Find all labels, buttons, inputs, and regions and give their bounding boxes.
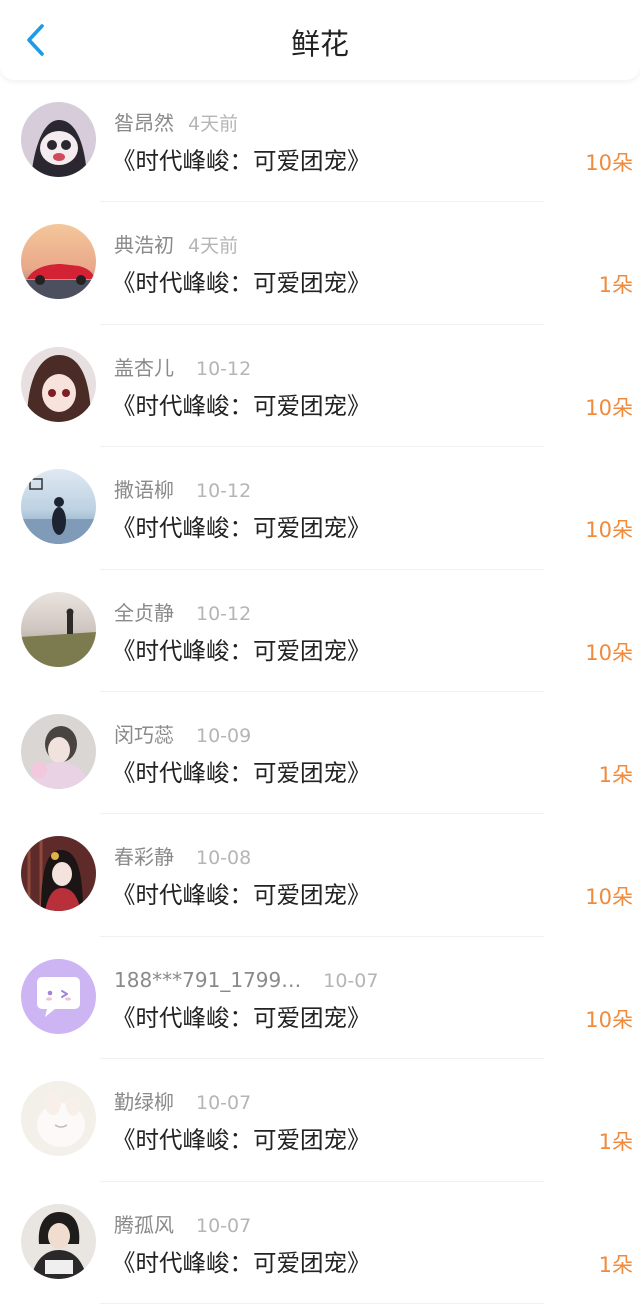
avatar[interactable] <box>21 102 96 177</box>
avatar[interactable] <box>21 1081 96 1157</box>
user-name: 闵巧蕊 <box>114 722 174 747</box>
item-meta: 盖杏儿 10-12 <box>114 355 251 381</box>
avatar[interactable] <box>21 591 96 667</box>
timestamp: 10-08 <box>196 847 252 870</box>
list-item[interactable]: 闵巧蕊 10-09 《时代峰峻：可爱团宠》 1朵 <box>0 692 640 815</box>
book-title: 《时代峰峻：可爱团宠》 <box>112 1248 371 1277</box>
timestamp: 10-07 <box>196 1092 252 1115</box>
item-meta: 闵巧蕊 10-09 <box>114 722 251 748</box>
timestamp: 4天前 <box>188 113 239 135</box>
timestamp: 10-07 <box>323 969 379 992</box>
book-title: 《时代峰峻：可爱团宠》 <box>112 1126 371 1155</box>
list-item[interactable]: 昝昂然 4天前 《时代峰峻：可爱团宠》 10朵 <box>0 80 640 203</box>
page-title: 鲜花 <box>290 27 349 61</box>
flower-count: 1朵 <box>598 273 633 298</box>
list-item[interactable]: 腾孤风 10-07 《时代峰峻：可爱团宠》 1朵 <box>0 1182 640 1304</box>
book-title: 《时代峰峻：可爱团宠》 <box>112 269 371 298</box>
flower-count: 1朵 <box>598 1130 633 1155</box>
user-name: 典浩初 <box>114 233 174 258</box>
flower-count: 10朵 <box>585 151 633 175</box>
header-bar: 鲜花 <box>0 0 640 80</box>
flower-count: 10朵 <box>585 640 633 665</box>
item-meta: 腾孤风 10-07 <box>114 1212 251 1238</box>
flower-count: 1朵 <box>598 762 633 787</box>
user-name: 腾孤风 <box>114 1212 174 1237</box>
book-title: 《时代峰峻：可爱团宠》 <box>112 636 371 665</box>
avatar[interactable] <box>21 958 96 1034</box>
book-title: 《时代峰峻：可爱团宠》 <box>112 1003 371 1032</box>
list-item[interactable]: 撒语柳 10-12 《时代峰峻：可爱团宠》 10朵 <box>0 447 640 570</box>
timestamp: 10-12 <box>196 357 252 380</box>
user-name: 春彩静 <box>114 845 174 870</box>
user-name: 全贞静 <box>114 600 174 625</box>
book-title: 《时代峰峻：可爱团宠》 <box>112 514 371 543</box>
flower-count: 10朵 <box>585 885 633 910</box>
item-meta: 春彩静 10-08 <box>114 844 251 870</box>
list-item[interactable]: 勤绿柳 10-07 《时代峰峻：可爱团宠》 1朵 <box>0 1059 640 1182</box>
book-title: 《时代峰峻：可爱团宠》 <box>112 881 371 910</box>
list-item[interactable]: 188***791_1799… 10-07 《时代峰峻：可爱团宠》 10朵 <box>0 937 640 1060</box>
avatar[interactable] <box>21 836 96 912</box>
user-name: 188***791_1799… <box>114 967 302 992</box>
avatar[interactable] <box>21 1203 96 1279</box>
timestamp: 10-09 <box>196 724 252 747</box>
user-name: 盖杏儿 <box>114 355 174 380</box>
list-item[interactable]: 典浩初 4天前 《时代峰峻：可爱团宠》 1朵 <box>0 202 640 325</box>
item-meta: 典浩初 4天前 <box>114 232 238 258</box>
item-meta: 昝昂然 4天前 <box>114 110 238 136</box>
user-name: 勤绿柳 <box>114 1090 174 1115</box>
avatar[interactable] <box>21 224 96 300</box>
timestamp: 4天前 <box>188 235 239 258</box>
user-name: 昝昂然 <box>114 111 174 135</box>
user-name: 撒语柳 <box>114 478 174 503</box>
list-item[interactable]: 盖杏儿 10-12 《时代峰峻：可爱团宠》 10朵 <box>0 325 640 448</box>
flower-count: 10朵 <box>585 1007 633 1032</box>
book-title: 《时代峰峻：可爱团宠》 <box>112 147 371 175</box>
item-meta: 全贞静 10-12 <box>114 600 251 626</box>
timestamp: 10-12 <box>196 602 252 625</box>
list-item[interactable]: 全贞静 10-12 《时代峰峻：可爱团宠》 10朵 <box>0 570 640 692</box>
avatar[interactable] <box>21 346 96 422</box>
book-title: 《时代峰峻：可爱团宠》 <box>112 391 371 420</box>
avatar[interactable] <box>21 469 96 545</box>
flower-count: 10朵 <box>585 518 633 543</box>
flower-count: 1朵 <box>598 1252 633 1277</box>
item-meta: 188***791_1799… 10-07 <box>114 967 378 993</box>
list-item[interactable]: 春彩静 10-08 《时代峰峻：可爱团宠》 10朵 <box>0 814 640 937</box>
item-meta: 撒语柳 10-12 <box>114 477 251 503</box>
book-title: 《时代峰峻：可爱团宠》 <box>112 758 371 787</box>
flower-count: 10朵 <box>585 395 633 420</box>
timestamp: 10-07 <box>196 1214 252 1237</box>
timestamp: 10-12 <box>196 480 252 503</box>
avatar[interactable] <box>21 713 96 789</box>
item-meta: 勤绿柳 10-07 <box>114 1089 251 1115</box>
flower-list: 昝昂然 4天前 《时代峰峻：可爱团宠》 10朵 典浩初 4天前 《时代峰峻：可爱团宠… <box>0 80 640 1304</box>
